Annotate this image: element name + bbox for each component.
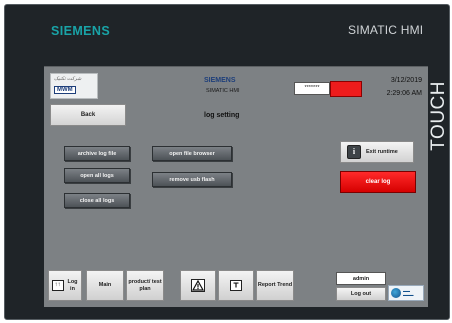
info-icon: i xyxy=(347,145,361,159)
clear-log-button[interactable]: clear log xyxy=(340,171,416,193)
report-trend-button[interactable]: Report Trend xyxy=(256,270,294,301)
close-all-logs-button[interactable]: close all logs xyxy=(64,193,130,208)
date-display: 3/12/2019 xyxy=(390,77,422,84)
header-product: SIMATIC HMI xyxy=(206,88,240,94)
archive-log-file-button[interactable]: archive log file xyxy=(64,146,130,161)
open-all-logs-button[interactable]: open all logs xyxy=(64,168,130,183)
main-button[interactable]: Main xyxy=(86,270,124,301)
log-out-button[interactable]: Log out xyxy=(336,287,386,301)
exit-runtime-button[interactable]: i Exit runtime xyxy=(340,141,414,163)
alarm-button[interactable] xyxy=(218,270,254,301)
header-brand: SIEMENS xyxy=(204,77,236,84)
warning-icon xyxy=(191,279,205,292)
device-brand: SIEMENS xyxy=(51,24,111,38)
alarm-icon xyxy=(230,280,242,291)
open-file-browser-button[interactable]: open file browser xyxy=(152,146,232,161)
password-field[interactable]: ******* xyxy=(294,82,330,95)
corporate-logo: ▬▬ ▬▬▬ xyxy=(388,285,424,301)
user-display: admin xyxy=(336,272,386,285)
touch-label: TOUCH xyxy=(428,81,449,151)
time-display: 2:29:06 AM xyxy=(386,90,422,97)
hmi-screen: شرکت تکنیک MWM SIEMENS SIMATIC HMI *****… xyxy=(44,66,428,307)
remove-usb-flash-button[interactable]: remove usb flash xyxy=(152,172,232,187)
log-in-button[interactable]: ↑↑ Log in xyxy=(48,270,82,301)
product-test-plan-button[interactable]: product/ test plan xyxy=(126,270,164,301)
exit-runtime-label: Exit runtime xyxy=(366,148,398,155)
page-title: log setting xyxy=(204,112,240,119)
device-product: SIMATIC HMI xyxy=(348,23,424,37)
warning-button[interactable] xyxy=(180,270,216,301)
company-logo: شرکت تکنیک MWM xyxy=(50,73,98,99)
login-icon: ↑↑ xyxy=(51,280,64,291)
status-indicator xyxy=(330,81,362,97)
back-button[interactable]: Back xyxy=(50,104,126,126)
log-in-label: Log in xyxy=(67,279,78,292)
